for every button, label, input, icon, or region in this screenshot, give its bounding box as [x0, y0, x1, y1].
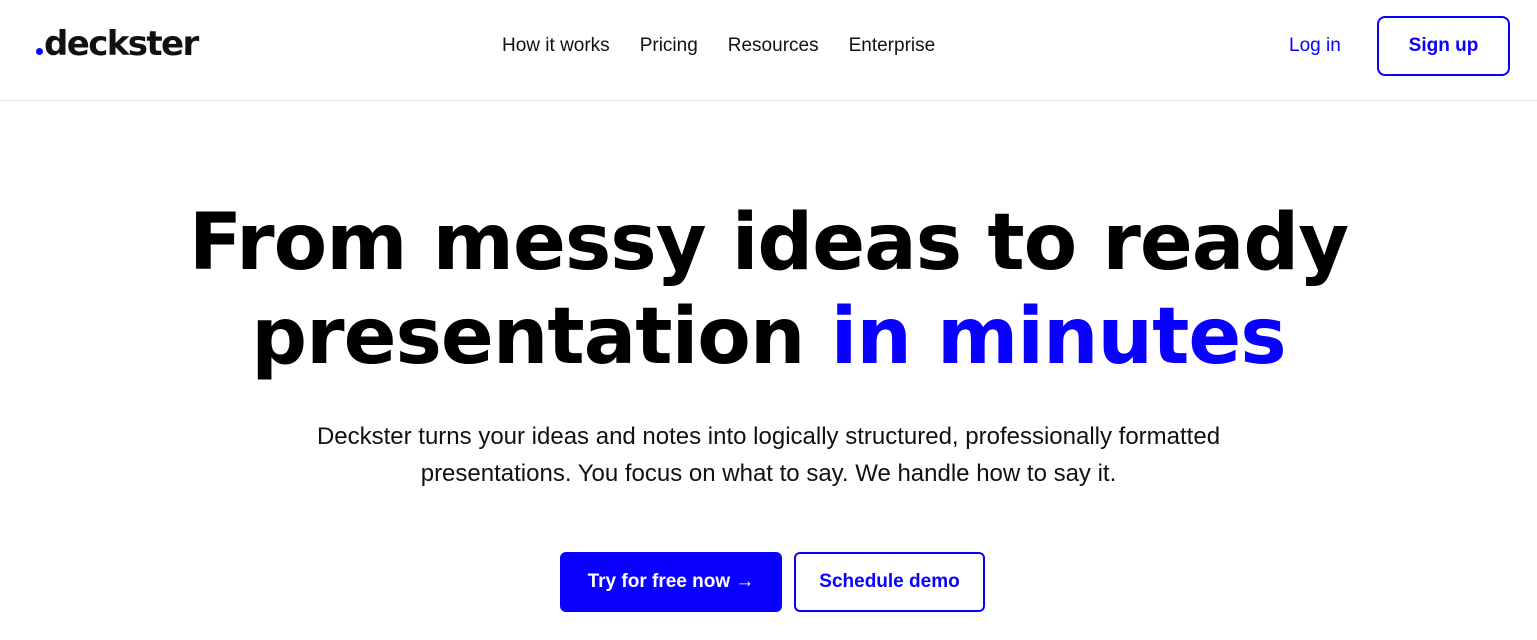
hero-subtitle: Deckster turns your ideas and notes into…	[0, 418, 1537, 492]
hero-subtitle-line2: presentations. You focus on what to say.…	[420, 460, 1117, 487]
hero-title-accent: in minutes	[830, 292, 1287, 382]
signup-button[interactable]: Sign up	[1377, 16, 1510, 76]
nav-enterprise[interactable]: Enterprise	[849, 33, 936, 59]
logo-dot-icon	[36, 48, 43, 55]
site-header: deckster How it works Pricing Resources …	[0, 0, 1537, 101]
hero-title-line2: presentation	[251, 292, 831, 382]
main-nav: How it works Pricing Resources Enterpris…	[502, 33, 935, 59]
deckster-logo[interactable]: deckster	[36, 22, 199, 66]
nav-pricing[interactable]: Pricing	[640, 33, 698, 59]
cta-row: Try for free now → Schedule demo	[560, 552, 985, 612]
hero-title-line1: From messy ideas to ready	[188, 198, 1349, 288]
login-link[interactable]: Log in	[1289, 33, 1341, 59]
nav-resources[interactable]: Resources	[728, 33, 819, 59]
nav-how-it-works[interactable]: How it works	[502, 33, 610, 59]
hero-subtitle-line1: Deckster turns your ideas and notes into…	[316, 423, 1221, 450]
hero-title: From messy ideas to ready presentation i…	[0, 196, 1537, 384]
try-free-button[interactable]: Try for free now →	[560, 552, 782, 612]
schedule-demo-button[interactable]: Schedule demo	[794, 552, 985, 612]
logo-text: deckster	[44, 24, 199, 64]
